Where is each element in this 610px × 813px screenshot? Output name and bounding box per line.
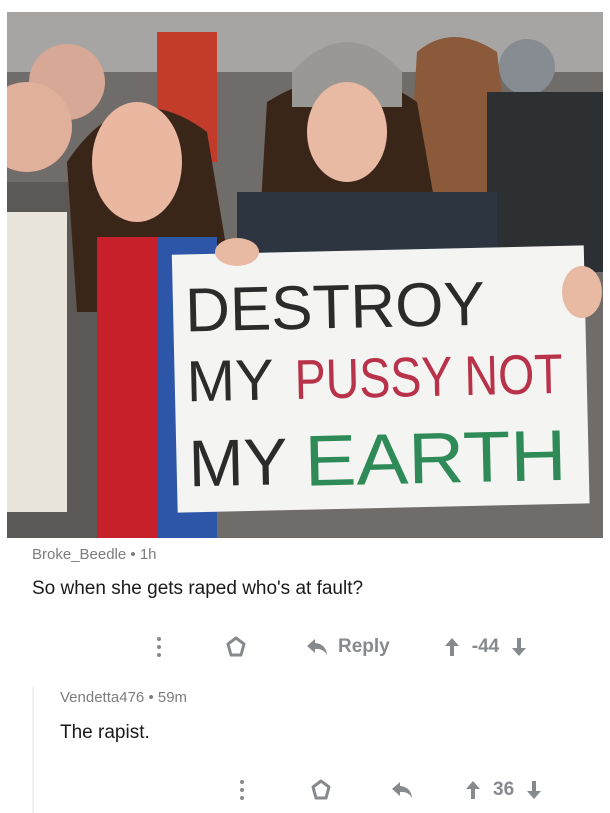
reply-actions: 36 xyxy=(235,778,544,802)
reply-text: The rapist. xyxy=(60,722,150,743)
comment-author[interactable]: Broke_Beedle xyxy=(32,546,126,563)
reply-meta: Vendetta476 • 59m xyxy=(60,689,187,706)
reply-button[interactable]: Reply xyxy=(304,635,390,659)
sign-line-2a: MY xyxy=(186,347,274,414)
comment-age: 1h xyxy=(139,546,157,563)
shield-icon[interactable] xyxy=(309,778,333,802)
down-arrow-icon[interactable] xyxy=(509,635,529,659)
reply-score: 36 xyxy=(493,779,515,800)
comment-actions: Reply -44 xyxy=(152,635,529,659)
comment-text: So when she gets raped who's at fault? xyxy=(32,578,364,599)
reply-arrow-icon xyxy=(304,635,330,659)
post-image: DESTROY MY PUSSY NOT MY EARTH xyxy=(7,12,603,538)
reply-author[interactable]: Vendetta476 xyxy=(60,689,144,706)
protest-photo: DESTROY MY PUSSY NOT MY EARTH xyxy=(7,12,603,538)
sign-line-3b: EARTH xyxy=(304,416,568,502)
comment-score: -44 xyxy=(471,636,500,657)
down-arrow-icon[interactable] xyxy=(524,778,544,802)
meta-separator: • xyxy=(130,546,136,563)
vertical-dots-icon[interactable] xyxy=(235,778,249,802)
reply-label: Reply xyxy=(338,636,390,657)
sign-line-1: DESTROY xyxy=(184,270,485,346)
reply-age: 59m xyxy=(157,689,188,706)
sign-line-3a: MY xyxy=(188,424,289,500)
up-arrow-icon[interactable] xyxy=(463,778,483,802)
vertical-dots-icon[interactable] xyxy=(152,635,166,659)
shield-icon[interactable] xyxy=(224,635,248,659)
thread-line[interactable] xyxy=(32,687,34,813)
reply-arrow-icon[interactable] xyxy=(389,778,415,802)
up-arrow-icon[interactable] xyxy=(442,635,462,659)
comment-meta: Broke_Beedle • 1h xyxy=(32,546,157,563)
sign-line-2b: PUSSY NOT xyxy=(294,342,563,411)
protest-sign: DESTROY MY PUSSY NOT MY EARTH xyxy=(171,245,590,513)
meta-separator: • xyxy=(148,689,154,706)
